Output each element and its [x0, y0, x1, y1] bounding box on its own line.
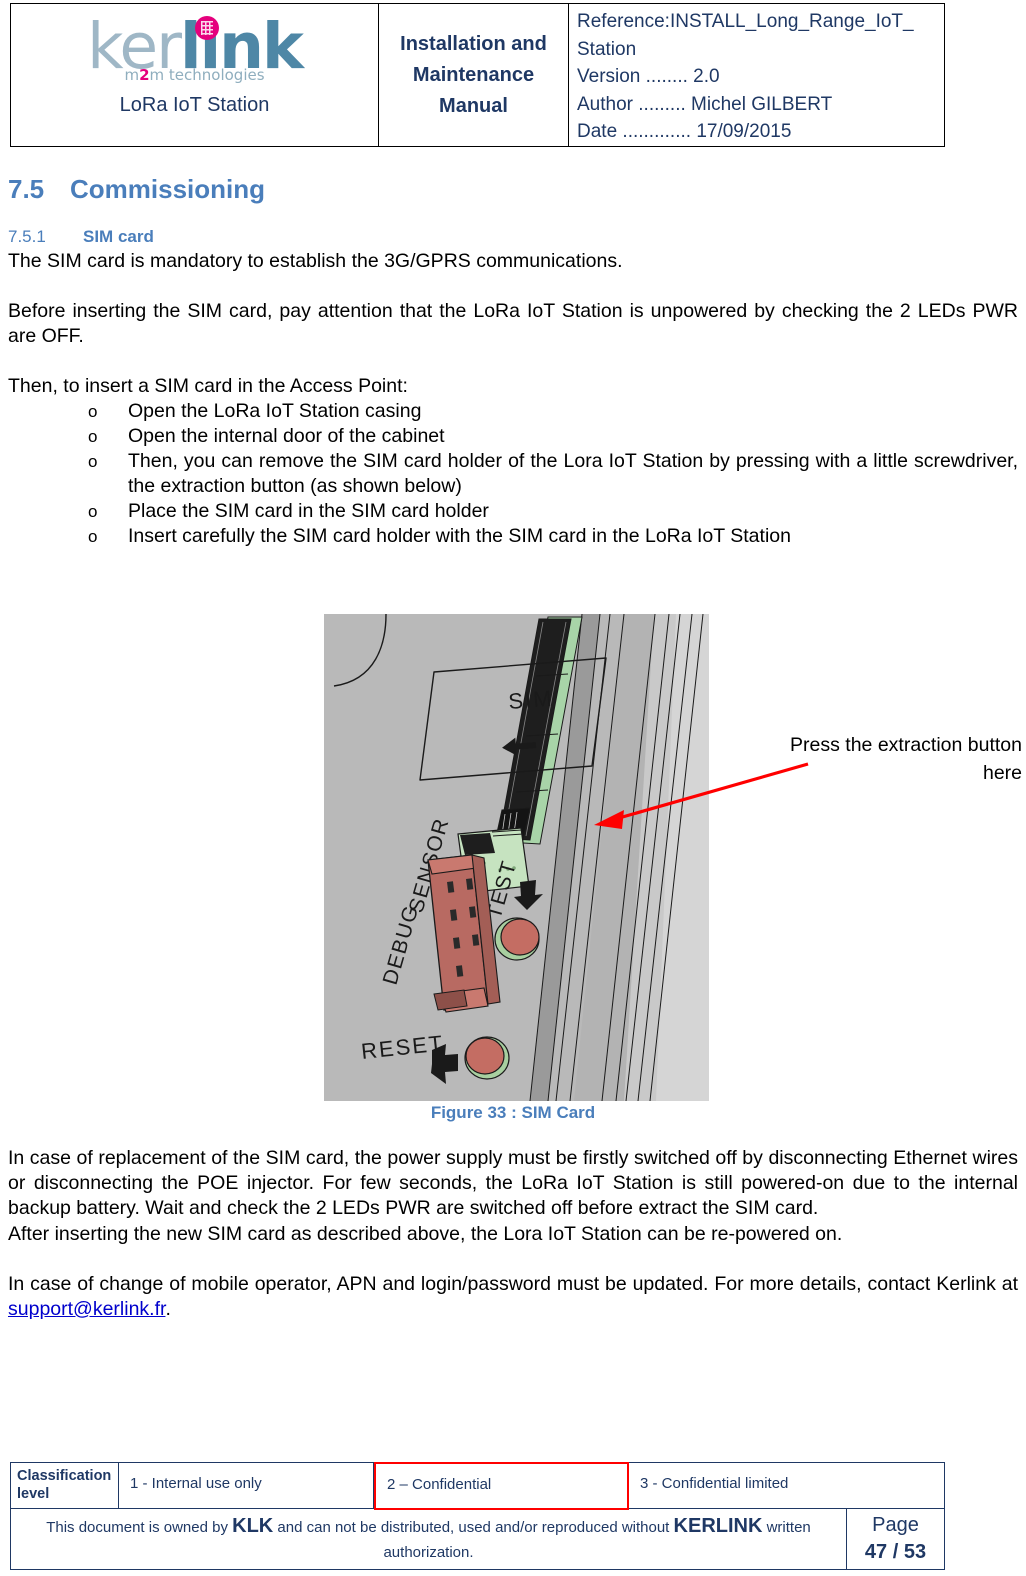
- page-number: 47 / 53: [864, 1541, 927, 1563]
- list-bullet-marker: o: [88, 427, 98, 446]
- paragraph-replacement: In case of replacement of the SIM card, …: [8, 1147, 1018, 1219]
- ownership-notice: This document is owned by KLK and can no…: [11, 1509, 847, 1569]
- subsection-heading: 7.5.1 SIM card: [8, 226, 1018, 248]
- header-logo-cell: kerlink m2m technologies LoRa IoT Statio…: [11, 4, 379, 146]
- list-item-text: Open the internal door of the cabinet: [128, 425, 445, 447]
- ownership-row: This document is owned by KLK and can no…: [11, 1509, 944, 1569]
- paragraph-after-inserting: After inserting the new SIM card as desc…: [8, 1223, 843, 1245]
- extraction-arrow-icon: [594, 762, 809, 829]
- section-heading: 7.5 Commissioning: [8, 174, 1018, 204]
- document-body-lower: In case of replacement of the SIM card, …: [8, 1146, 1018, 1322]
- logo-tagline-post: m technologies: [149, 66, 265, 84]
- header-doctype-cell: Installation and Maintenance Manual: [379, 4, 569, 146]
- document-footer-table: Classification level 1 - Internal use on…: [10, 1461, 945, 1570]
- list-bullet-marker: o: [88, 527, 98, 546]
- subsection-number: 7.5.1: [8, 227, 46, 246]
- paragraph-operator-change: In case of change of mobile operator, AP…: [8, 1272, 1018, 1322]
- extraction-callout-text: Press the extraction button here: [790, 734, 1022, 784]
- logo-tagline-pre: m: [124, 66, 140, 84]
- section-title: Commissioning: [70, 174, 266, 204]
- classification-row: Classification level 1 - Internal use on…: [11, 1461, 944, 1510]
- section-number: 7.5: [8, 174, 45, 204]
- insert-steps-list: o Open the LoRa IoT Station casing o Open …: [8, 399, 1018, 549]
- list-item-text: Place the SIM card in the SIM card holde…: [128, 500, 489, 522]
- notice-part-a: This document is owned by: [46, 1519, 233, 1536]
- list-bullet-marker: o: [88, 402, 98, 421]
- figure-caption: Figure 33 : SIM Card: [430, 1103, 596, 1122]
- classification-level-3: 3 - Confidential limited: [628, 1463, 944, 1508]
- header-meta-author: Author ......... Michel GILBERT: [577, 93, 833, 115]
- list-bullet-marker: o: [88, 452, 98, 471]
- document-body: 7.5 Commissioning 7.5.1 SIM card The SIM c…: [8, 160, 1018, 549]
- logo-tagline-two: 2: [139, 66, 150, 84]
- header-doctype-text: Installation and Maintenance Manual: [400, 32, 547, 117]
- logo-tagline: m2m technologies: [124, 66, 264, 84]
- classification-level-2-selected: 2 – Confidential: [374, 1461, 629, 1510]
- sim-card-photo: SIM SENSOR TEST: [324, 614, 709, 1101]
- paragraph-sim-mandatory: The SIM card is mandatory to establish t…: [8, 250, 623, 272]
- header-meta-date: Date ............. 17/09/2015: [577, 121, 792, 142]
- list-item-text: Open the LoRa IoT Station casing: [128, 400, 422, 422]
- operator-text-after: .: [165, 1298, 171, 1320]
- header-meta-version: Version ........ 2.0: [577, 66, 720, 87]
- page-label: Page: [872, 1514, 919, 1536]
- list-item: o Open the LoRa IoT Station casing: [88, 399, 1018, 424]
- classification-level-1: 1 - Internal use only: [119, 1463, 374, 1508]
- list-bullet-marker: o: [88, 502, 98, 521]
- logo-circuit-dot-icon: [194, 16, 219, 40]
- paragraph-then-insert: Then, to insert a SIM card in the Access…: [8, 375, 408, 397]
- classification-label: Classification level: [11, 1463, 119, 1508]
- list-item-text: Insert carefully the SIM card holder wit…: [128, 525, 791, 547]
- list-item: o Insert carefully the SIM card holder wi…: [88, 524, 1018, 549]
- document-header-table: kerlink m2m technologies LoRa IoT Statio…: [10, 3, 945, 147]
- support-email-link[interactable]: support@kerlink.fr: [8, 1298, 165, 1320]
- header-meta-cell: Reference:INSTALL_Long_Range_IoT_ Statio…: [569, 4, 944, 146]
- header-meta-reference-1: Reference:INSTALL_Long_Range_IoT_: [577, 11, 914, 32]
- subsection-title: SIM card: [83, 227, 154, 246]
- page-indicator: Page 47 / 53: [847, 1509, 944, 1569]
- sim-card-drawing: SIM SENSOR TEST: [324, 614, 709, 1101]
- sim-label: SIM: [507, 686, 554, 714]
- notice-part-b: and can not be distributed, used and/or …: [273, 1519, 674, 1536]
- operator-text-before: In case of change of mobile operator, AP…: [8, 1273, 1018, 1295]
- list-item: o Place the SIM card in the SIM card hold…: [88, 499, 1018, 524]
- list-item: o Then, you can remove the SIM card holde…: [88, 449, 1018, 499]
- kerlink-logo: kerlink m2m technologies: [35, 12, 355, 86]
- header-product-subtitle: LoRa IoT Station: [119, 94, 270, 116]
- header-meta-reference-2: Station: [577, 38, 637, 60]
- list-item: o Open the internal door of the cabinet: [88, 424, 1018, 449]
- paragraph-before-inserting: Before inserting the SIM card, pay atten…: [8, 300, 1018, 347]
- notice-klk: KLK: [232, 1515, 274, 1537]
- list-item-text: Then, you can remove the SIM card holder…: [128, 450, 1018, 497]
- notice-kerlink: KERLINK: [673, 1515, 763, 1537]
